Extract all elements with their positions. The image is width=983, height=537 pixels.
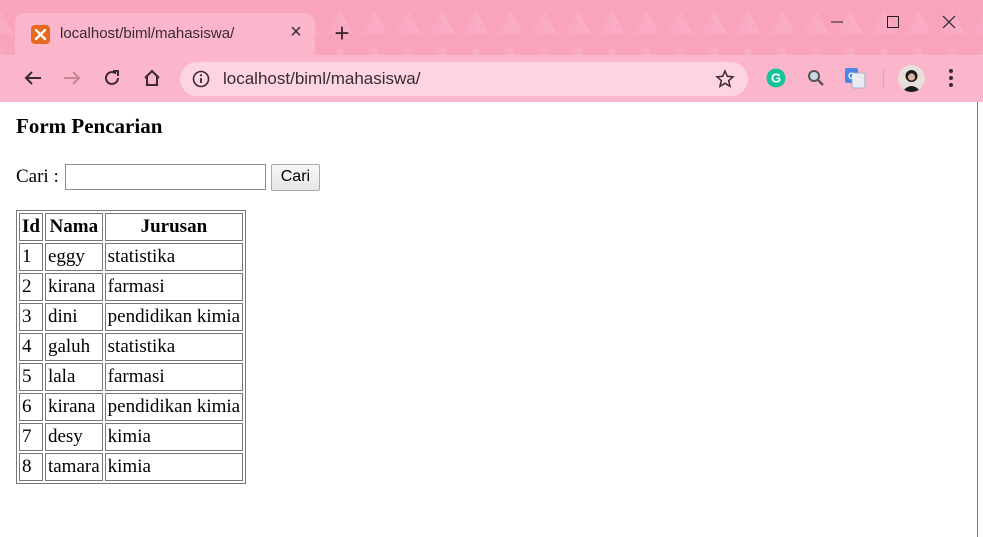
table-row: 5 lala farmasi: [19, 363, 244, 391]
search-input[interactable]: [64, 164, 266, 190]
info-icon[interactable]: [192, 70, 210, 88]
google-translate-icon[interactable]: G: [844, 67, 866, 89]
cell-nama: desy: [44, 423, 103, 451]
cell-jurusan: statistika: [104, 333, 244, 361]
background-strip: [978, 102, 983, 537]
reload-icon[interactable]: [99, 65, 125, 91]
home-icon[interactable]: [139, 65, 165, 91]
toolbar-separator: [883, 69, 884, 89]
table-row: 6 kirana pendidikan kimia: [19, 393, 244, 421]
svg-text:G: G: [771, 71, 781, 86]
close-window-icon[interactable]: [926, 8, 972, 36]
page-viewport: Form Pencarian Cari : Cari Id Nama Jurus…: [0, 102, 983, 537]
cell-id: 5: [19, 363, 43, 391]
new-tab-icon[interactable]: +: [330, 20, 354, 46]
table-header-row: Id Nama Jurusan: [19, 213, 244, 241]
column-header-id: Id: [19, 213, 43, 241]
table-row: 1 eggy statistika: [19, 243, 244, 271]
cell-nama: kirana: [44, 273, 103, 301]
cell-id: 7: [19, 423, 43, 451]
xampp-favicon-icon: [31, 25, 50, 44]
search-button[interactable]: Cari: [270, 163, 321, 191]
page-content: Form Pencarian Cari : Cari Id Nama Jurus…: [16, 114, 321, 484]
column-header-jurusan: Jurusan: [104, 213, 244, 241]
cell-jurusan: kimia: [104, 453, 244, 481]
cell-nama: lala: [44, 363, 103, 391]
cell-nama: eggy: [44, 243, 103, 271]
tab-title: localhost/biml/mahasiswa/: [60, 25, 235, 42]
table-row: 8 tamara kimia: [19, 453, 244, 481]
table-row: 4 galuh statistika: [19, 333, 244, 361]
browser-tab[interactable]: localhost/biml/mahasiswa/ ×: [15, 13, 315, 55]
cell-nama: tamara: [44, 453, 103, 481]
cell-nama: kirana: [44, 393, 103, 421]
extension-magnifier-icon[interactable]: [805, 67, 827, 89]
cell-nama: dini: [44, 303, 103, 331]
cell-id: 8: [19, 453, 43, 481]
cell-jurusan: kimia: [104, 423, 244, 451]
table-row: 3 dini pendidikan kimia: [19, 303, 244, 331]
address-bar[interactable]: localhost/biml/mahasiswa/: [180, 62, 748, 96]
cell-jurusan: farmasi: [104, 273, 244, 301]
table-body: 1 eggy statistika 2 kirana farmasi 3 dini pendid…: [19, 243, 244, 481]
column-header-nama: Nama: [44, 213, 103, 241]
cell-id: 3: [19, 303, 43, 331]
page-title: Form Pencarian: [16, 114, 163, 138]
profile-avatar[interactable]: [898, 65, 925, 92]
cell-id: 2: [19, 273, 43, 301]
grammarly-icon[interactable]: G: [765, 67, 787, 89]
svg-text:G: G: [848, 71, 855, 81]
maximize-icon[interactable]: [870, 8, 916, 36]
forward-arrow-icon[interactable]: [59, 65, 85, 91]
table-row: 2 kirana farmasi: [19, 273, 244, 301]
cell-jurusan: pendidikan kimia: [104, 393, 244, 421]
browser-toolbar: localhost/biml/mahasiswa/ G G: [0, 55, 983, 102]
table-row: 7 desy kimia: [19, 423, 244, 451]
search-label: Cari :: [16, 166, 59, 187]
tab-close-icon[interactable]: ×: [285, 21, 307, 43]
bookmark-star-icon[interactable]: [713, 67, 737, 91]
browser-menu-icon[interactable]: [943, 67, 959, 89]
address-url[interactable]: localhost/biml/mahasiswa/: [223, 69, 420, 89]
cell-nama: galuh: [44, 333, 103, 361]
cell-jurusan: statistika: [104, 243, 244, 271]
browser-chrome: localhost/biml/mahasiswa/ × + localhost/…: [0, 0, 983, 102]
minimize-icon[interactable]: [814, 8, 860, 36]
cell-id: 4: [19, 333, 43, 361]
cell-jurusan: pendidikan kimia: [104, 303, 244, 331]
cell-id: 1: [19, 243, 43, 271]
search-form: Cari : Cari: [16, 162, 416, 192]
back-arrow-icon[interactable]: [20, 65, 46, 91]
cell-jurusan: farmasi: [104, 363, 244, 391]
cell-id: 6: [19, 393, 43, 421]
mahasiswa-table: Id Nama Jurusan 1 eggy statistika 2 kirana fa…: [16, 210, 247, 484]
